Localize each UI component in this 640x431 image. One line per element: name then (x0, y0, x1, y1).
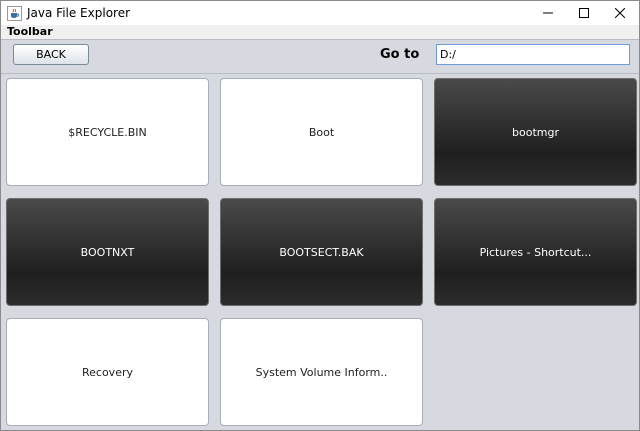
java-cup-icon (7, 6, 22, 21)
toolbar-header: Toolbar (1, 25, 639, 39)
file-tile[interactable]: System Volume Inform.. (220, 318, 423, 426)
close-button[interactable] (598, 1, 640, 25)
toolbar: BACK Go to (1, 39, 639, 74)
toolbar-label: Toolbar (7, 25, 53, 38)
file-tile[interactable]: BOOTSECT.BAK (220, 198, 423, 306)
title-bar[interactable]: Java File Explorer (1, 1, 639, 25)
maximize-icon (579, 8, 589, 18)
close-icon (615, 8, 625, 18)
file-tile[interactable]: Boot (220, 78, 423, 186)
window-title: Java File Explorer (27, 6, 131, 20)
file-tile[interactable]: Recovery (6, 318, 209, 426)
file-tile[interactable]: Pictures - Shortcut... (434, 198, 637, 306)
path-input[interactable] (436, 44, 630, 65)
minimize-icon (543, 12, 553, 14)
app-window: Java File Explorer Toolbar BACK Go to $R… (0, 0, 640, 431)
file-tile[interactable]: $RECYCLE.BIN (6, 78, 209, 186)
file-grid: $RECYCLE.BIN Boot bootmgr BOOTNXT BOOTSE… (1, 74, 639, 430)
back-button[interactable]: BACK (13, 44, 89, 65)
file-tile[interactable]: bootmgr (434, 78, 637, 186)
goto-label: Go to (380, 47, 420, 62)
file-tile[interactable]: BOOTNXT (6, 198, 209, 306)
